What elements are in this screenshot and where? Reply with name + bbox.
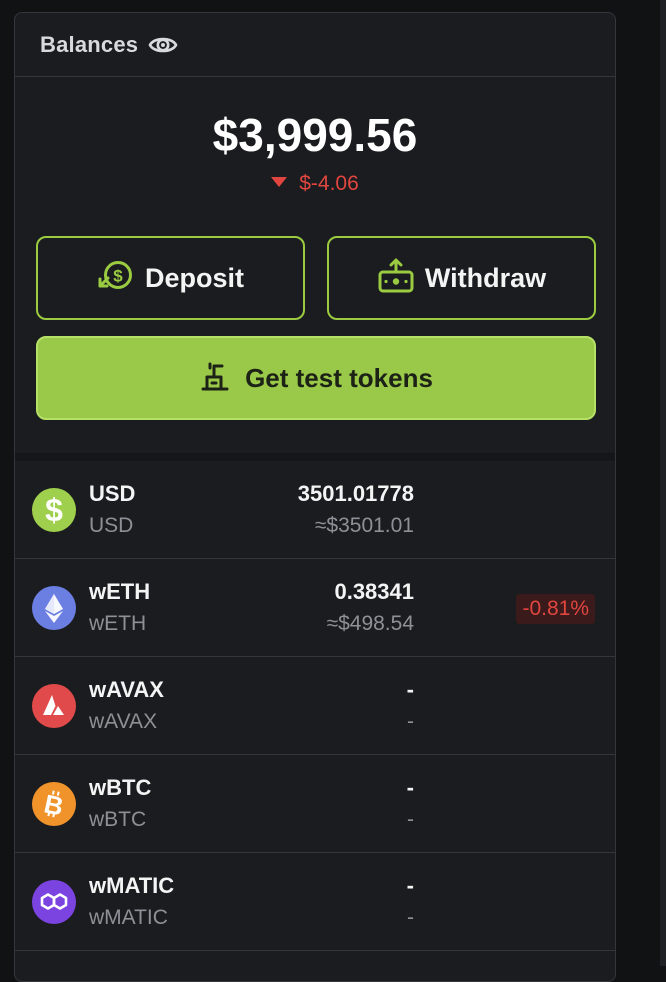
deposit-icon: $	[97, 258, 135, 299]
withdraw-label: Withdraw	[424, 262, 547, 293]
avalanche-icon	[32, 684, 76, 728]
asset-name: wMATIC	[89, 906, 168, 929]
asset-symbol: wBTC	[89, 775, 152, 800]
svg-text:$: $	[113, 266, 123, 285]
asset-row-wbtc[interactable]: B wBTC wBTC - -	[15, 755, 615, 853]
balance-change: $-4.06	[15, 171, 615, 197]
deposit-button[interactable]: $ Deposit	[36, 236, 305, 320]
panel-header: Balances	[15, 13, 615, 77]
total-balance: $3,999.56	[212, 109, 418, 161]
get-test-tokens-button[interactable]: Get test tokens	[36, 336, 596, 420]
asset-amount: -	[406, 677, 414, 702]
asset-amount: -	[406, 873, 414, 898]
faucet-icon	[199, 360, 231, 397]
asset-row-usd[interactable]: $ USD USD 3501.01778 ≈$3501.01	[15, 461, 615, 559]
action-buttons: $ Deposit Withdraw	[36, 236, 596, 320]
price-change-badge: -0.81%	[516, 594, 595, 624]
asset-usd-value: -	[407, 710, 414, 733]
asset-amount: 0.38341	[334, 579, 414, 604]
asset-row-weth[interactable]: wETH wETH 0.38341 ≈$498.54 -0.81%	[15, 559, 615, 657]
balances-panel: Balances $3,999.56 $-4.06 $ Deposit With…	[14, 12, 616, 982]
svg-text:$: $	[45, 492, 63, 528]
withdraw-icon	[377, 258, 415, 299]
dollar-coin-icon: $	[32, 488, 76, 532]
asset-usd-value: -	[407, 808, 414, 831]
eye-icon[interactable]	[148, 34, 178, 56]
asset-symbol: wMATIC	[89, 873, 175, 898]
asset-row-wmatic[interactable]: wMATIC wMATIC - -	[15, 853, 615, 951]
scrollbar-thumb[interactable]	[660, 0, 666, 966]
ethereum-icon	[32, 586, 76, 630]
down-arrow-icon	[271, 177, 288, 187]
asset-name: USD	[89, 514, 134, 537]
asset-amount: -	[406, 775, 414, 800]
asset-usd-value: -	[407, 906, 414, 929]
asset-symbol: USD	[89, 481, 136, 506]
asset-name: wBTC	[89, 808, 147, 831]
asset-name: wAVAX	[89, 710, 158, 733]
get-test-tokens-label: Get test tokens	[245, 362, 433, 393]
bitcoin-icon: B	[32, 782, 76, 826]
asset-usd-value: ≈$3501.01	[314, 514, 414, 537]
asset-list: $ USD USD 3501.01778 ≈$3501.01 wETH wETH…	[15, 461, 615, 951]
asset-symbol: wAVAX	[89, 677, 164, 702]
asset-row-wavax[interactable]: wAVAX wAVAX - -	[15, 657, 615, 755]
asset-usd-value: ≈$498.54	[326, 612, 414, 635]
polygon-icon	[32, 880, 76, 924]
section-divider	[15, 453, 615, 461]
deposit-label: Deposit	[144, 262, 244, 293]
panel-title: Balances	[40, 31, 139, 57]
scrollbar-track[interactable]	[617, 0, 666, 966]
balance-change-value: $-4.06	[299, 172, 359, 195]
asset-symbol: wETH	[89, 579, 151, 604]
asset-amount: 3501.01778	[297, 481, 414, 506]
asset-name: wETH	[89, 612, 147, 635]
withdraw-button[interactable]: Withdraw	[327, 236, 596, 320]
